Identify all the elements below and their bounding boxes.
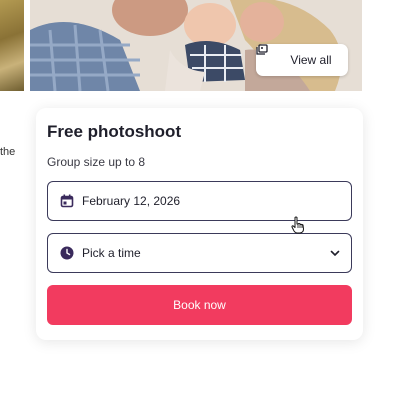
- calendar-icon: [60, 194, 74, 208]
- side-text-fragment: the: [0, 146, 16, 158]
- date-value: February 12, 2026: [82, 194, 181, 208]
- gallery-photo-left[interactable]: [0, 0, 24, 91]
- hand-pointer-icon: [291, 216, 305, 234]
- view-all-label: View all: [290, 53, 332, 67]
- clock-icon: [60, 246, 74, 260]
- gallery-photo-main[interactable]: View all: [30, 0, 362, 91]
- book-now-button[interactable]: Book now: [47, 285, 352, 325]
- group-size-text: Group size up to 8: [47, 155, 146, 169]
- time-value: Pick a time: [82, 246, 141, 260]
- images-icon: [256, 44, 284, 66]
- chevron-down-icon: [329, 247, 341, 259]
- time-select-field[interactable]: Pick a time: [47, 233, 352, 273]
- booking-card: Free photoshoot Group size up to 8 Febru…: [36, 108, 363, 340]
- booking-title: Free photoshoot: [47, 122, 182, 141]
- view-all-button[interactable]: View all: [256, 44, 348, 76]
- date-picker-field[interactable]: February 12, 2026: [47, 181, 352, 221]
